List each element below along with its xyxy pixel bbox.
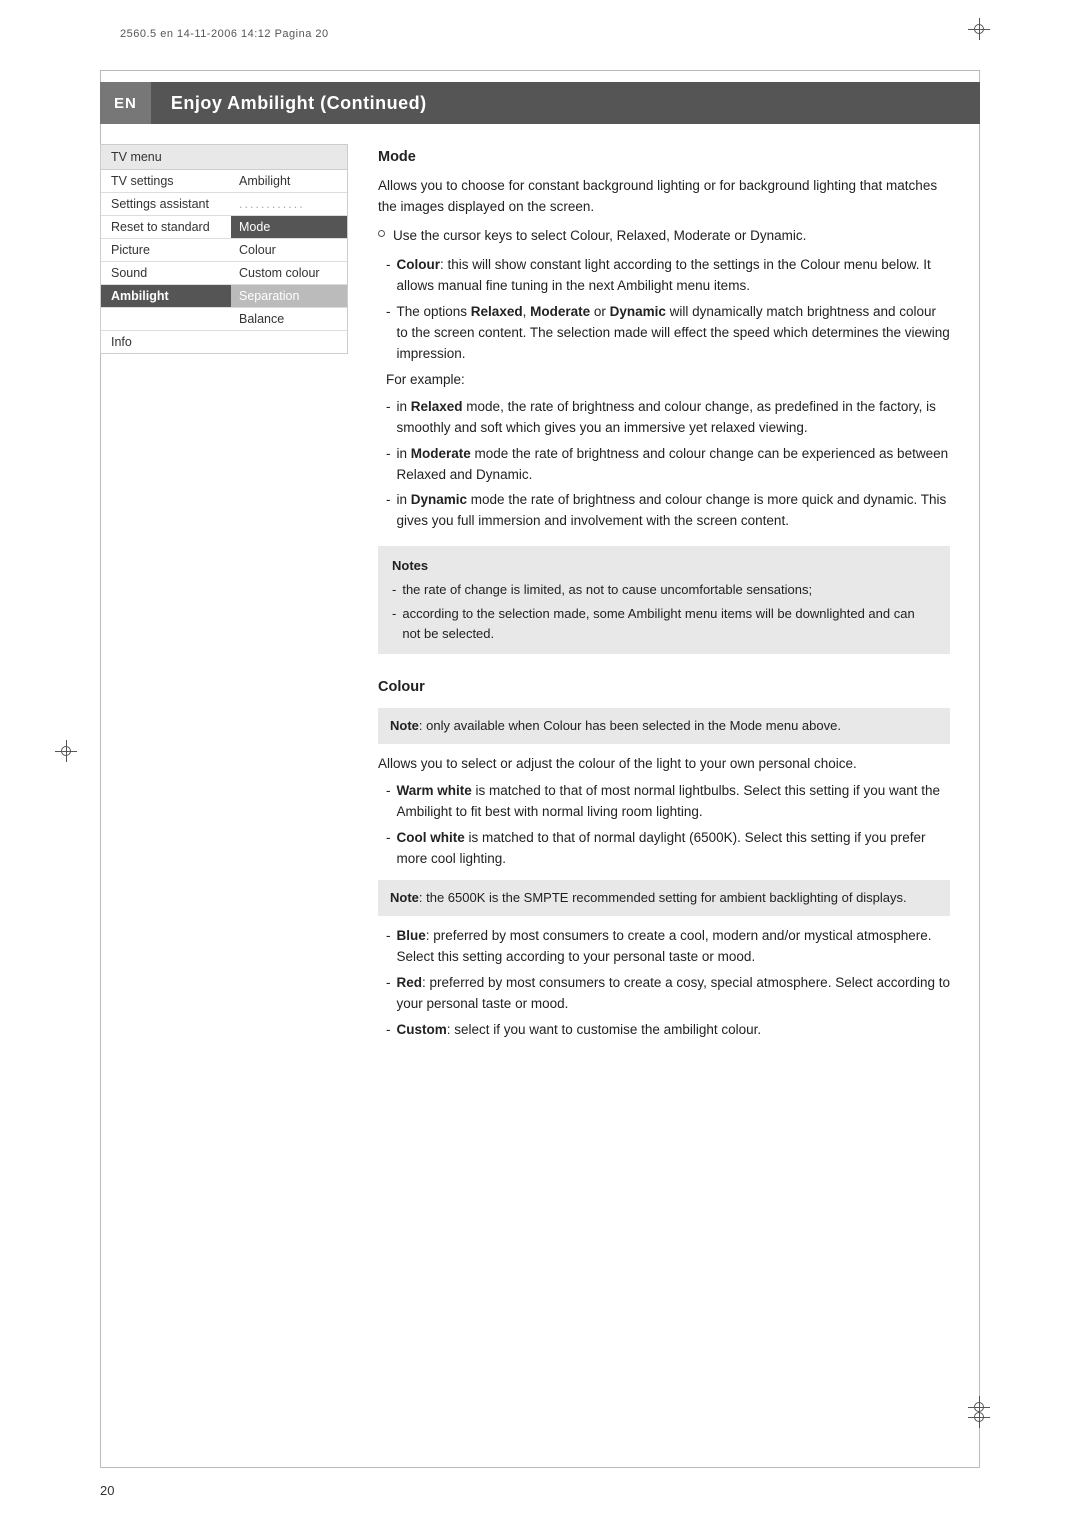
dash-item-options: - The options Relaxed, Moderate or Dynam… [386,302,950,365]
dash-options-text: The options Relaxed, Moderate or Dynamic… [397,302,951,365]
content-area: TV menu TV settings Ambilight Settings a… [100,124,980,1468]
dash-blue-text: Blue: preferred by most consumers to cre… [397,926,951,968]
mode-bullet1: Use the cursor keys to select Colour, Re… [378,226,950,247]
menu-row: Balance [101,308,347,331]
dash-red: - Red: preferred by most consumers to cr… [386,973,950,1015]
dash-sym10: - [386,1020,391,1041]
dash-custom-text: Custom: select if you want to customise … [397,1020,762,1041]
menu-left-settings: Settings assistant [101,193,231,215]
menu-left-ambilight: Ambilight [101,285,231,307]
mode-heading: Mode [378,146,950,168]
menu-right-ambilight: Ambilight [231,170,347,192]
dash-item-colour: - Colour: this will show constant light … [386,255,950,297]
dash-blue: - Blue: preferred by most consumers to c… [386,926,950,968]
dash-warmwhite: - Warm white is matched to that of most … [386,781,950,823]
note-text-1: the rate of change is limited, as not to… [402,580,812,600]
dash-sym9: - [386,973,391,994]
crosshair-bottom-right-2 [968,1396,990,1418]
dash-custom: - Custom: select if you want to customis… [386,1020,950,1041]
menu-right-info-empty [231,331,347,353]
notes-box: Notes - the rate of change is limited, a… [378,546,950,654]
dash-sym2: - [386,302,391,323]
title-bar: EN Enjoy Ambilight (Continued) [100,82,980,124]
dash-relaxed: - in Relaxed mode, the rate of brightnes… [386,397,950,439]
note-dash1: - [392,580,396,600]
dash-coolwhite: - Cool white is matched to that of norma… [386,828,950,870]
colour-heading: Colour [378,676,950,698]
dash-relaxed-text: in Relaxed mode, the rate of brightness … [397,397,951,439]
menu-box: TV menu TV settings Ambilight Settings a… [100,144,348,354]
menu-left-picture: Picture [101,239,231,261]
menu-row: Picture Colour [101,239,347,262]
note-dash2: - [392,604,396,624]
note-text-2: according to the selection made, some Am… [402,604,936,644]
dash-sym6: - [386,781,391,802]
colour-para1: Allows you to select or adjust the colou… [378,754,950,775]
menu-right-dotted: ............ [231,193,347,215]
mode-bullet1-text: Use the cursor keys to select Colour, Re… [393,226,806,247]
menu-row-info: Info [101,331,347,353]
menu-row: Settings assistant ............ [101,193,347,216]
page-number: 20 [100,1483,114,1498]
note-item-1: - the rate of change is limited, as not … [392,580,936,600]
menu-row: Reset to standard Mode [101,216,347,239]
crosshair-top-right [968,18,990,40]
menu-right-colour: Colour [231,239,347,261]
meta-line: 2560.5 en 14-11-2006 14:12 Pagina 20 [120,28,329,40]
menu-right-separation: Separation [231,285,347,307]
bullet-dot [378,230,385,237]
dash-sym: - [386,255,391,276]
dash-warmwhite-text: Warm white is matched to that of most no… [397,781,951,823]
sidebar: TV menu TV settings Ambilight Settings a… [100,124,348,1468]
dash-moderate-text: in Moderate mode the rate of brightness … [397,444,951,486]
menu-left-reset: Reset to standard [101,216,231,238]
dash-sym4: - [386,444,391,465]
dash-coolwhite-text: Cool white is matched to that of normal … [397,828,951,870]
en-badge: EN [100,82,151,124]
dash-red-text: Red: preferred by most consumers to crea… [397,973,951,1015]
menu-right-balance: Balance [231,308,347,330]
dash-dynamic-text: in Dynamic mode the rate of brightness a… [397,490,951,532]
menu-row: TV settings Ambilight [101,170,347,193]
dash-moderate: - in Moderate mode the rate of brightnes… [386,444,950,486]
note-item-2: - according to the selection made, some … [392,604,936,644]
menu-right-customcolour: Custom colour [231,262,347,284]
menu-right-mode: Mode [231,216,347,238]
menu-left-tvsettings: TV settings [101,170,231,192]
menu-title: TV menu [101,145,347,170]
border-top [100,70,980,71]
for-example: For example: [386,370,950,391]
dash-colour-text: Colour: this will show constant light ac… [397,255,951,297]
menu-left-info: Info [101,331,231,353]
main-content: Mode Allows you to choose for constant b… [348,124,980,1468]
page-title: Enjoy Ambilight (Continued) [151,93,427,114]
dash-dynamic: - in Dynamic mode the rate of brightness… [386,490,950,532]
notes-title: Notes [392,556,936,576]
mode-para1: Allows you to choose for constant backgr… [378,176,950,218]
dash-sym7: - [386,828,391,849]
menu-left-sound: Sound [101,262,231,284]
dash-sym3: - [386,397,391,418]
dash-sym8: - [386,926,391,947]
colour-note1: Note: only available when Colour has bee… [378,708,950,744]
dash-sym5: - [386,490,391,511]
crosshair-left [55,740,77,762]
menu-row: Sound Custom colour [101,262,347,285]
menu-row-ambilight: Ambilight Separation [101,285,347,308]
menu-left-empty [101,308,231,330]
colour-note2: Note: the 6500K is the SMPTE recommended… [378,880,950,916]
